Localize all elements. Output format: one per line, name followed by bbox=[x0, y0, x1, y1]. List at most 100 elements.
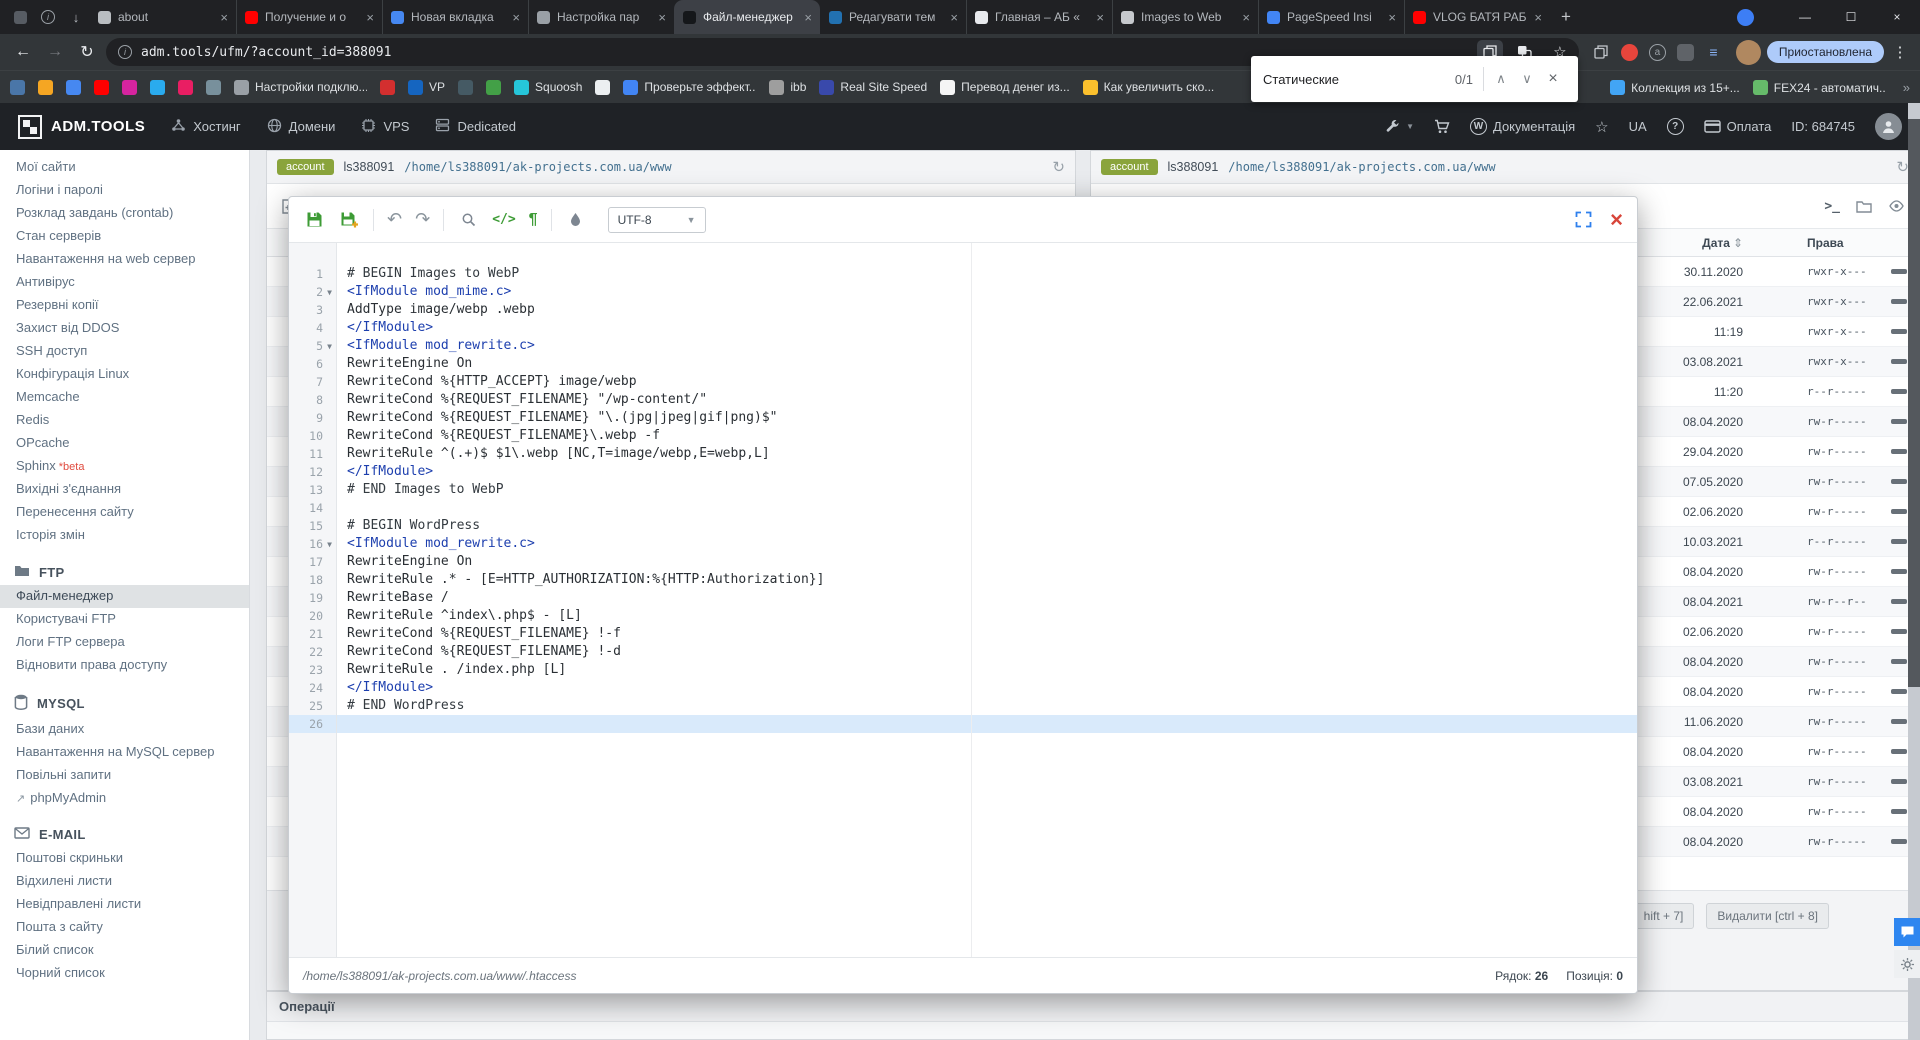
sidebar-item[interactable]: Стан серверів bbox=[0, 225, 249, 248]
minimize-button[interactable]: — bbox=[1782, 0, 1828, 34]
column-perms[interactable]: Права bbox=[1759, 236, 1879, 250]
sidebar-item[interactable]: Мої сайти bbox=[0, 156, 249, 179]
find-input[interactable]: Статические bbox=[1263, 72, 1455, 87]
profile-status-label[interactable]: Приостановлена bbox=[1766, 41, 1884, 63]
sidebar-item[interactable]: Навантаження на MySQL сервер bbox=[0, 741, 249, 764]
bookmark-item[interactable]: Коллекция из 15+... bbox=[1610, 80, 1740, 95]
move-button[interactable]: hift + 7] bbox=[1632, 903, 1695, 929]
docs-link[interactable]: W Документація bbox=[1470, 118, 1575, 135]
undo-icon[interactable]: ↶ bbox=[387, 209, 402, 230]
sidebar-item[interactable]: Відхилені листи bbox=[0, 870, 249, 893]
dark-icon[interactable] bbox=[1676, 43, 1694, 61]
bookmark-item[interactable]: ibb bbox=[769, 79, 806, 95]
help-icon[interactable]: ? bbox=[1666, 118, 1684, 135]
browser-tab[interactable]: Файл-менеджер × bbox=[674, 0, 820, 34]
browser-menu-icon[interactable]: ⋮ bbox=[1890, 43, 1910, 61]
payment-link[interactable]: Оплата bbox=[1703, 119, 1771, 134]
nav-item-3[interactable]: VPS bbox=[361, 118, 409, 136]
bookmark-item[interactable] bbox=[150, 79, 165, 95]
browser-tab[interactable]: Новая вкладка × bbox=[382, 0, 528, 34]
bookmark-item[interactable] bbox=[66, 79, 81, 95]
cart-icon[interactable] bbox=[1434, 119, 1450, 134]
bookmark-item[interactable] bbox=[178, 79, 193, 95]
back-button[interactable]: ← bbox=[10, 43, 36, 61]
copy-icon[interactable] bbox=[1593, 44, 1610, 61]
bookmark-item[interactable] bbox=[38, 79, 53, 95]
close-window-button[interactable]: × bbox=[1874, 0, 1920, 34]
sidebar-item[interactable]: Redis bbox=[0, 409, 249, 432]
nav-item-1[interactable]: Хостинг bbox=[171, 118, 241, 135]
user-avatar[interactable] bbox=[1875, 113, 1902, 140]
sidebar-item[interactable]: Антивірус bbox=[0, 271, 249, 294]
folder-icon[interactable] bbox=[1856, 200, 1872, 213]
code-area[interactable]: # BEGIN Images to WebP <IfModule mod_mime… bbox=[337, 243, 1637, 957]
profile-avatar[interactable] bbox=[1735, 39, 1761, 65]
sidebar-item[interactable]: Повільні запити bbox=[0, 764, 249, 787]
nav-item-4[interactable]: Dedicated bbox=[435, 118, 516, 135]
sidebar-item[interactable]: Поштові скриньки bbox=[0, 847, 249, 870]
code-view-icon[interactable]: </> bbox=[492, 212, 515, 227]
browser-tab[interactable]: Настройка пар × bbox=[528, 0, 674, 34]
tab-close-icon[interactable]: × bbox=[950, 10, 958, 25]
sidebar-item[interactable]: Конфігурація Linux bbox=[0, 363, 249, 386]
info-icon[interactable]: i bbox=[34, 0, 62, 34]
encoding-select[interactable]: UTF-8 ▼ bbox=[607, 206, 706, 233]
sidebar-item[interactable]: Навантаження на web сервер bbox=[0, 248, 249, 271]
bookmark-item[interactable]: Настройки подклю... bbox=[234, 79, 367, 95]
refresh-icon[interactable]: ↻ bbox=[1052, 158, 1065, 176]
bookmarks-overflow-icon[interactable]: » bbox=[1899, 80, 1914, 95]
bookmark-item[interactable] bbox=[458, 79, 474, 95]
browser-circle-icon[interactable] bbox=[1737, 8, 1754, 26]
sidebar-item[interactable]: Відновити права доступу bbox=[0, 654, 249, 677]
favorites-icon[interactable]: ☆ bbox=[1595, 118, 1608, 136]
tab-close-icon[interactable]: × bbox=[220, 10, 228, 25]
new-tab-button[interactable]: + bbox=[1550, 7, 1582, 27]
bookmark-item[interactable]: VP bbox=[408, 79, 445, 95]
browser-tab[interactable]: PageSpeed Insi × bbox=[1258, 0, 1404, 34]
save-icon[interactable] bbox=[303, 209, 325, 231]
download-icon[interactable]: ↓ bbox=[62, 0, 90, 34]
sidebar-item[interactable]: Користувачі FTP bbox=[0, 608, 249, 631]
sidebar-item[interactable]: Sphinx *beta bbox=[0, 455, 249, 478]
pane-path[interactable]: /home/ls388091/ak-projects.com.ua/www bbox=[404, 160, 671, 174]
bookmark-item[interactable] bbox=[10, 79, 25, 95]
sidebar-item[interactable]: Резервні копії bbox=[0, 294, 249, 317]
editor-body[interactable]: 1 2 ▼ 3 4 5 ▼ 6 7 8 9 10 11 12 13 14 15 16 ▼ 17 18 19 20 21 22 23… bbox=[289, 243, 1637, 957]
sidebar-item[interactable]: Вихідні з'єднання bbox=[0, 478, 249, 501]
sidebar-item[interactable]: Невідправлені листи bbox=[0, 893, 249, 916]
bookmark-item[interactable] bbox=[122, 79, 137, 95]
paragraph-icon[interactable]: ¶ bbox=[529, 211, 538, 229]
browser-tab[interactable]: Получение и о × bbox=[236, 0, 382, 34]
fold-icon[interactable]: ▼ bbox=[323, 288, 336, 297]
bookmark-item[interactable]: Проверьте эффект... bbox=[623, 79, 756, 95]
settings-button[interactable] bbox=[1894, 950, 1920, 978]
browser-tab[interactable]: VLOG БАТЯ РАБ × bbox=[1404, 0, 1550, 34]
browser-tab[interactable]: Редагувати тем × bbox=[820, 0, 966, 34]
sidebar-item[interactable]: Історія змін bbox=[0, 524, 249, 547]
sidebar-item[interactable]: Memcache bbox=[0, 386, 249, 409]
scrollbar-thumb[interactable] bbox=[1908, 119, 1920, 687]
search-icon[interactable] bbox=[457, 209, 479, 231]
bookmark-item[interactable] bbox=[206, 79, 221, 95]
language-select[interactable]: UA bbox=[1629, 119, 1647, 134]
redo-icon[interactable]: ↷ bbox=[415, 209, 430, 230]
fullscreen-icon[interactable] bbox=[1572, 209, 1594, 231]
tab-close-icon[interactable]: × bbox=[658, 10, 666, 25]
fold-icon[interactable]: ▼ bbox=[323, 540, 336, 549]
bookmark-item[interactable] bbox=[94, 79, 109, 95]
bookmark-item[interactable]: Squoosh bbox=[514, 79, 582, 95]
sidebar-item[interactable]: Логіни і паролі bbox=[0, 179, 249, 202]
bookmark-item[interactable]: FEX24 - автоматич... bbox=[1752, 80, 1886, 95]
find-close-icon[interactable]: × bbox=[1540, 70, 1566, 88]
tab-close-icon[interactable]: × bbox=[366, 10, 374, 25]
bookmark-item[interactable]: Real Site Speed bbox=[819, 79, 927, 95]
page-scrollbar[interactable] bbox=[1908, 103, 1920, 1040]
app-logo[interactable]: ADM.TOOLS bbox=[18, 114, 145, 139]
bookmark-item[interactable] bbox=[380, 79, 395, 95]
tab-close-icon[interactable]: × bbox=[1096, 10, 1104, 25]
tab-close-icon[interactable]: × bbox=[1388, 10, 1396, 25]
eye-icon[interactable] bbox=[1888, 200, 1905, 212]
find-prev-icon[interactable]: ∧ bbox=[1488, 71, 1514, 87]
delete-button[interactable]: Видалити [ctrl + 8] bbox=[1706, 903, 1829, 929]
tools-button[interactable]: ▼ bbox=[1385, 119, 1414, 134]
